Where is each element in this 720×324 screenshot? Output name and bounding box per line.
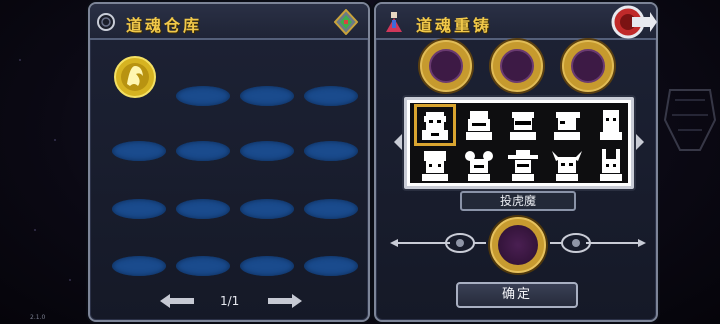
- wing-ornament-left-icon: [390, 233, 486, 253]
- back-arrow-icon[interactable]: [610, 4, 658, 40]
- soul-item-gold-icon[interactable]: [112, 54, 158, 100]
- character-portrait-icon[interactable]: [548, 147, 586, 185]
- reforge-socket-1[interactable]: [420, 40, 472, 92]
- socket-inner: [571, 49, 605, 83]
- next-page-arrow-icon[interactable]: [268, 294, 302, 308]
- wing-ornament-right-icon: [550, 233, 646, 253]
- confirm-button[interactable]: 确定: [456, 282, 578, 308]
- storage-slot[interactable]: [304, 141, 358, 161]
- storage-title: 道魂仓库: [126, 16, 203, 35]
- character-portrait-icon[interactable]: [548, 106, 586, 144]
- character-icon: [386, 12, 402, 32]
- selected-character-name: 投虎魔: [460, 191, 576, 211]
- prev-page-arrow-icon[interactable]: [160, 294, 194, 308]
- storage-slot[interactable]: [240, 199, 294, 219]
- storage-slot[interactable]: [176, 141, 230, 161]
- result-socket-inner: [498, 225, 538, 265]
- background-deco-right-icon: [663, 89, 717, 151]
- result-socket[interactable]: [490, 217, 546, 273]
- character-portrait-icon[interactable]: [504, 106, 542, 144]
- character-portrait-icon[interactable]: [592, 147, 630, 185]
- grid-right-arrow-icon[interactable]: [634, 132, 644, 152]
- character-grid-inner: [410, 103, 628, 183]
- character-portrait-icon[interactable]: [460, 106, 498, 144]
- reforge-title: 道魂重铸: [416, 16, 493, 35]
- reforge-socket-2[interactable]: [491, 40, 543, 92]
- storage-slot[interactable]: [304, 199, 358, 219]
- character-portrait-icon[interactable]: [416, 147, 454, 185]
- character-portrait-icon[interactable]: [592, 106, 630, 144]
- character-portrait-icon[interactable]: [504, 147, 542, 185]
- settings-ring-icon[interactable]: [96, 12, 116, 32]
- gem-icon[interactable]: [334, 9, 358, 35]
- character-portrait-icon[interactable]: [460, 147, 498, 185]
- grid-left-arrow-icon[interactable]: [394, 132, 404, 152]
- storage-slot[interactable]: [112, 141, 166, 161]
- reforge-socket-3[interactable]: [562, 40, 614, 92]
- storage-slot[interactable]: [304, 86, 358, 106]
- character-grid: [404, 97, 634, 189]
- game-screen: { "left_panel": { "title": "道魂仓库", "page…: [0, 0, 720, 324]
- socket-inner: [500, 49, 534, 83]
- storage-slot[interactable]: [240, 256, 294, 276]
- storage-slot[interactable]: [240, 141, 294, 161]
- storage-slot[interactable]: [112, 256, 166, 276]
- character-portrait-icon[interactable]: [414, 104, 456, 146]
- storage-slot[interactable]: [176, 86, 230, 106]
- storage-slot[interactable]: [112, 199, 166, 219]
- version-label: 2.1.0: [30, 314, 46, 321]
- storage-panel: 道魂仓库 1/1: [88, 2, 370, 322]
- socket-inner: [429, 49, 463, 83]
- storage-slot[interactable]: [176, 199, 230, 219]
- storage-slot[interactable]: [304, 256, 358, 276]
- background-deco-left-icon: [19, 59, 71, 281]
- page-indicator: 1/1: [220, 294, 240, 308]
- storage-slot[interactable]: [176, 256, 230, 276]
- storage-slot[interactable]: [240, 86, 294, 106]
